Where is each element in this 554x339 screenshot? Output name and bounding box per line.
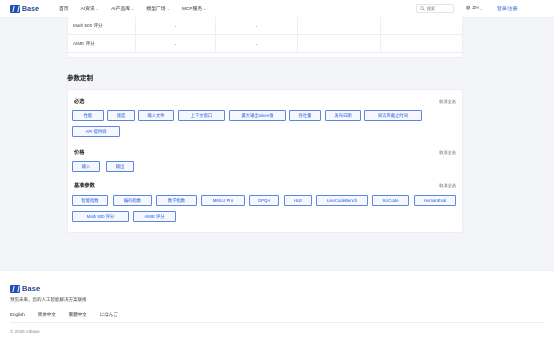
logo-mark-icon [10,284,20,293]
search-icon [420,6,425,11]
table-cell-metric: AIME 评分 [68,35,136,53]
group-title-price: 价格 [74,150,85,156]
param-chip[interactable]: 知识库截止时间 [364,110,422,121]
param-chip[interactable]: 最大输出token值 [229,110,286,121]
table-cell-empty [298,17,381,35]
deselect-all-basic[interactable]: 取消全选 [439,99,456,105]
footer-brand-name: Base [22,284,41,293]
logo-mark-icon [10,5,20,13]
chevron-down-icon: ⌄ [95,6,100,11]
chevron-down-icon: ⌄ [203,6,207,11]
search-box[interactable] [416,4,454,13]
param-chip[interactable]: GPQA [249,195,279,206]
table-cell-value: - [216,17,298,35]
main-nav: 首页 AI资讯⌄ AI产品库⌄ 模型广场⌄ MCP服务⌄ [59,5,219,12]
nav-label: 模型广场 [146,7,166,12]
nav-label: 首页 [59,7,69,12]
nav-label: AI资讯 [80,7,95,12]
param-chip[interactable]: AIME 评分 [133,211,176,222]
deselect-all-price[interactable]: 取消全选 [439,150,456,156]
param-chip[interactable]: 编码指数 [113,195,152,206]
brand-name: Base [22,5,40,13]
nav-item-mcp[interactable]: MCP服务⌄ [182,5,207,12]
param-chip[interactable]: 数学指数 [156,195,197,206]
param-chip[interactable]: API 提供商 [72,126,120,137]
param-chip[interactable]: 发布日期 [325,110,361,121]
param-chip[interactable]: SciCode [372,195,409,206]
param-chip[interactable]: LiveCodeBench [316,195,368,206]
group-title-basic: 必选 [74,99,85,105]
chevron-down-icon: ⌄ [131,6,135,11]
login-link[interactable]: 登录/注册 [497,5,518,12]
nav-item-ai-news[interactable]: AI资讯⌄ [81,5,100,12]
footer-lang-link[interactable]: にほんご [100,312,118,318]
nav-label: MCP服务 [181,7,203,12]
param-customization-panel: 必选 取消全选 性能 速度 输入文件 上下文窗口 最大输出token值 吞吐量 … [67,89,463,233]
top-header: Base 首页 AI资讯⌄ AI产品库⌄ 模型广场⌄ MCP服务⌄ ◍ ZH ⌄… [0,0,554,18]
param-chip[interactable]: 输入文件 [138,110,174,121]
footer-language-links: English 简体中文 繁體中文 にほんご [10,312,131,318]
nav-item-home[interactable]: 首页 [59,5,69,12]
param-chip[interactable]: 智能指数 [72,195,108,206]
table-row: AIME 评分 - - [68,35,462,53]
table-cell-metric: Math 500 评分 [68,17,136,35]
table-cell-empty [381,17,464,35]
param-chip[interactable]: 吞吐量 [289,110,321,121]
language-switcher[interactable]: ◍ ZH ⌄ [466,5,483,11]
param-chip[interactable]: Math 500 评分 [72,211,129,222]
footer-copyright: © 2025 AIbase [10,329,40,334]
search-input[interactable] [427,6,453,11]
nav-label: AI产品库 [111,7,131,12]
table-cell-empty [381,35,464,53]
param-chip[interactable]: HLE [284,195,312,206]
deselect-all-benchmarks[interactable]: 取消全选 [439,183,456,189]
param-chip[interactable]: 速度 [107,110,135,121]
param-chip[interactable]: MMLU Pro [201,195,245,206]
section-title: 参数定制 [67,75,93,82]
footer-logo[interactable]: Base [10,284,40,293]
param-chip[interactable]: 上下文窗口 [178,110,225,121]
footer-divider [10,322,544,323]
chevron-down-icon: ⌄ [166,6,170,11]
table-cell-value: - [136,35,216,53]
comparison-table: Math 500 评分 - - AIME 评分 - - [67,17,463,58]
footer-lang-link[interactable]: 繁體中文 [69,312,87,318]
footer-slogan: 预见未来，您的人工智能解决方案联络 [10,297,87,302]
chevron-down-icon: ⌄ [479,5,484,11]
param-chip[interactable]: 性能 [72,110,104,121]
nav-item-ai-products[interactable]: AI产品库⌄ [111,5,134,12]
brand-logo[interactable]: Base [10,4,39,14]
table-cell-value: - [216,35,298,53]
globe-icon: ◍ [466,5,471,11]
footer-lang-link[interactable]: 简体中文 [38,312,56,318]
table-cell-empty [298,35,381,53]
site-footer: Base 预见未来，您的人工智能解决方案联络 English 简体中文 繁體中文… [0,270,554,339]
footer-lang-link[interactable]: English [10,312,25,318]
group-title-benchmarks: 基准参数 [74,183,95,189]
language-label: ZH [472,5,479,11]
table-cell-value: - [136,17,216,35]
param-chip[interactable]: HumanEval [414,195,456,206]
nav-item-model-square[interactable]: 模型广场⌄ [146,5,170,12]
param-chip[interactable]: 输出 [106,161,134,172]
table-row: Math 500 评分 - - [68,17,462,35]
param-chip[interactable]: 输入 [72,161,100,172]
